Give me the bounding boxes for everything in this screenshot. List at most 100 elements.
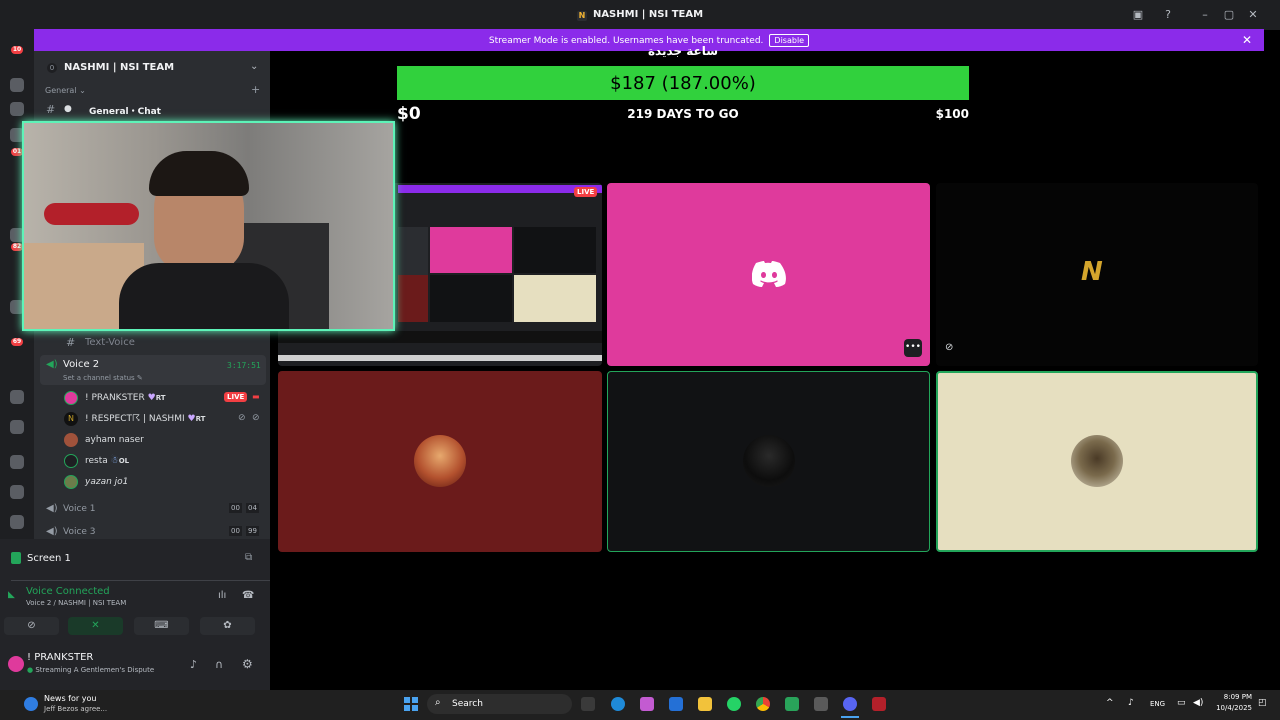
tray-chevron-icon[interactable]: ^ — [1106, 698, 1114, 708]
username[interactable]: ! PRANKSTER — [27, 652, 93, 663]
stop-stream-button[interactable]: ✕ — [68, 617, 123, 635]
user-tile-resta[interactable] — [607, 371, 930, 552]
user-limit: 99 — [246, 526, 259, 536]
avatar[interactable] — [64, 454, 78, 468]
add-channel-icon[interactable]: + — [251, 83, 260, 96]
server-icon[interactable] — [10, 420, 24, 434]
clock-time[interactable]: 8:09 PM — [1212, 693, 1252, 701]
progress-label: $187 (187.00%) — [610, 73, 756, 94]
chevron-down-icon[interactable]: ⌄ — [250, 61, 258, 72]
server-icon[interactable] — [10, 102, 24, 116]
disconnect-icon[interactable]: ☎ — [242, 590, 254, 601]
language-indicator[interactable]: ENG — [1150, 700, 1165, 708]
store-icon[interactable] — [669, 697, 683, 711]
notification-icon[interactable]: ◰ — [1258, 698, 1267, 708]
noise-suppression-icon[interactable]: ılı — [218, 590, 226, 601]
soundboard-button[interactable]: ✿ — [200, 617, 255, 635]
inbox-icon[interactable]: ▣ — [1131, 8, 1145, 22]
user-avatar — [1071, 435, 1123, 487]
news-icon[interactable] — [24, 697, 38, 711]
network-icon[interactable]: ▭ — [1177, 698, 1186, 708]
headphones-icon[interactable]: ∩ — [215, 658, 223, 671]
copilot-icon[interactable] — [640, 697, 654, 711]
active-app-indicator — [841, 716, 859, 718]
channel-general-chat[interactable]: General・Chat — [89, 104, 161, 117]
user-tile-respect[interactable]: N ⊘ — [936, 183, 1258, 366]
windows-start-icon[interactable] — [404, 697, 418, 711]
avatar[interactable] — [64, 391, 78, 405]
member-name[interactable]: yazan jo1 — [85, 477, 128, 487]
days-to-go: 219 DAYS TO GO — [627, 107, 739, 121]
activities-button[interactable]: ⌨ — [134, 617, 189, 635]
file-explorer-icon[interactable] — [698, 697, 712, 711]
voice-connected-channel[interactable]: Voice 2 / NASHMI | NSI TEAM — [26, 599, 126, 607]
minimize-icon[interactable]: – — [1198, 8, 1212, 22]
discord-logo-icon — [752, 261, 786, 287]
clock-date[interactable]: 10/4/2025 — [1206, 704, 1252, 712]
user-tile-ayham[interactable] — [278, 371, 602, 552]
camera-off-icon: ⊘ — [945, 342, 954, 353]
webcam-microphone — [44, 203, 139, 225]
channel-voice-1[interactable]: Voice 1 — [63, 504, 96, 514]
member-name[interactable]: ! PRANKSTER ♥RT — [85, 393, 166, 403]
preview-discord-tile — [430, 227, 512, 273]
help-icon[interactable]: ? — [1161, 8, 1175, 22]
screen-share-icon — [11, 552, 21, 564]
member-name[interactable]: ! RESPECT☈ | NASHMI ♥RT — [85, 414, 205, 424]
volume-icon[interactable]: ◀) — [1193, 698, 1203, 708]
live-badge: LIVE — [574, 187, 598, 197]
preview-banner — [398, 185, 602, 193]
channel-voice-3[interactable]: Voice 3 — [63, 527, 96, 537]
user-limit: 04 — [246, 503, 259, 513]
app-icon[interactable] — [814, 697, 828, 711]
mute-icon: ⊘ — [238, 413, 246, 423]
obs-icon[interactable] — [872, 697, 886, 711]
close-banner-icon[interactable]: ✕ — [1242, 33, 1252, 47]
microphone-icon[interactable]: ♪ — [190, 658, 197, 671]
tray-microphone-icon[interactable]: ♪ — [1128, 698, 1134, 708]
server-icon[interactable] — [10, 455, 24, 469]
screen-label: Screen 1 — [27, 553, 71, 564]
search-icon: ⌕ — [435, 697, 441, 708]
title-bar: N NASHMI | NSI TEAM ▣ ? – ▢ ✕ — [0, 0, 1280, 30]
settings-gear-icon[interactable]: ⚙ — [242, 657, 253, 671]
stream-icon: ▬ — [252, 392, 260, 401]
server-icon[interactable] — [10, 515, 24, 529]
member-name[interactable]: ayham naser — [85, 435, 144, 445]
close-window-icon[interactable]: ✕ — [1246, 8, 1260, 22]
user-tile-discord[interactable]: ••• — [607, 183, 930, 366]
avatar[interactable]: N — [64, 412, 78, 426]
search-placeholder: Search — [452, 699, 483, 709]
channel-text-voice[interactable]: Text-Voice — [85, 337, 135, 348]
category-general[interactable]: General ⌄ — [45, 86, 86, 95]
news-subtitle[interactable]: Jeff Bezos agree... — [44, 705, 107, 713]
user-tile-yazan[interactable] — [936, 371, 1258, 552]
avatar[interactable] — [64, 433, 78, 447]
camera-off-button[interactable]: ⊘ — [4, 617, 59, 635]
news-title[interactable]: News for you — [44, 694, 96, 703]
popout-icon[interactable]: ⧉ — [245, 552, 252, 563]
text-channel-icon: # — [46, 103, 56, 116]
member-name[interactable]: resta ☃OL — [85, 456, 129, 466]
channel-voice-2[interactable]: Voice 2 — [63, 359, 99, 370]
chat-bubble-icon: ● — [64, 104, 72, 114]
taskbar-search[interactable]: ⌕ Search — [427, 694, 572, 714]
speaker-icon: ◀) — [46, 503, 58, 514]
edge-icon[interactable] — [611, 697, 625, 711]
speaker-icon: ◀) — [46, 526, 58, 537]
task-view-icon[interactable] — [581, 697, 595, 711]
server-icon[interactable] — [10, 78, 24, 92]
maximize-icon[interactable]: ▢ — [1222, 8, 1236, 22]
whatsapp-icon[interactable] — [727, 697, 741, 711]
server-name[interactable]: NASHMI | NSI TEAM — [64, 62, 174, 73]
avatar[interactable] — [64, 475, 78, 489]
channel-status[interactable]: Set a channel status ✎ — [63, 374, 143, 382]
app-icon[interactable] — [785, 697, 799, 711]
server-icon[interactable] — [10, 390, 24, 404]
server-icon[interactable] — [10, 485, 24, 499]
discord-taskbar-icon[interactable] — [843, 697, 857, 711]
chrome-icon[interactable] — [756, 697, 770, 711]
user-avatar[interactable] — [8, 656, 24, 672]
more-options-icon[interactable]: ••• — [904, 339, 922, 357]
signal-icon: ◣ — [8, 590, 15, 600]
